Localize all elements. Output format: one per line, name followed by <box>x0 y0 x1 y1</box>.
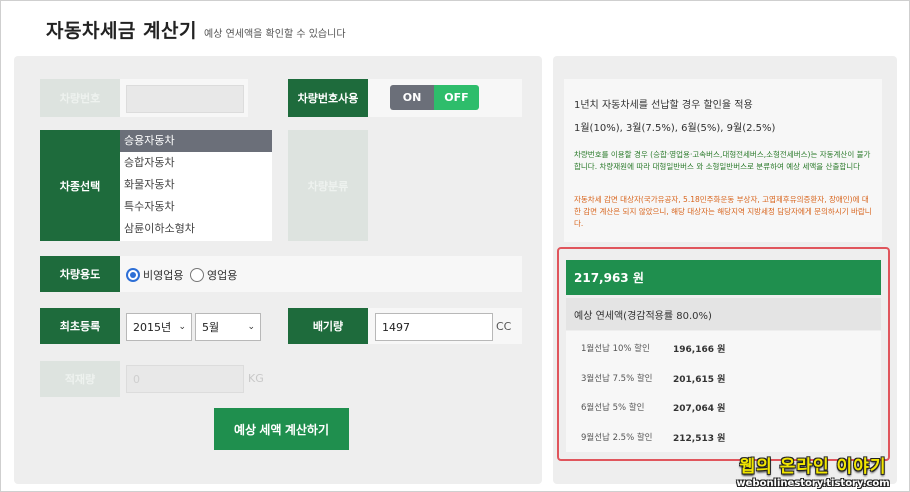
registration-year-value: 2015년 <box>133 321 172 334</box>
discount-row: 3월선납 7.5% 할인 201,615 원 <box>566 368 881 388</box>
discount-row: 6월선납 5% 할인 207,064 원 <box>566 397 881 417</box>
plate-number-input[interactable] <box>126 85 244 113</box>
watermark-title: 웹의 온라인 이야기 <box>739 457 887 477</box>
discount-value: 196,166 원 <box>673 344 726 355</box>
load-capacity-unit: KG <box>248 372 264 385</box>
vehicle-type-option[interactable]: 승용자동차 <box>120 130 272 152</box>
registration-month-value: 5월 <box>202 321 220 334</box>
plate-number-label: 차량번호 <box>40 79 120 117</box>
discount-label: 9월선납 2.5% 할인 <box>581 433 653 443</box>
discount-label: 3월선납 7.5% 할인 <box>581 374 653 384</box>
plate-use-label: 차량번호사용 <box>288 79 368 117</box>
radio-unchecked-icon[interactable] <box>190 268 204 282</box>
info-prepay-text: 1년치 자동차세를 선납할 경우 할인율 적용 <box>574 100 753 111</box>
vehicle-type-option[interactable]: 화물자동차 <box>120 174 272 196</box>
radio-checked-icon[interactable] <box>126 268 140 282</box>
discount-label: 6월선납 5% 할인 <box>581 403 645 413</box>
registration-label: 최초등록 <box>40 308 120 344</box>
discount-row: 9월선납 2.5% 할인 212,513 원 <box>566 427 881 447</box>
toggle-off-option[interactable]: OFF <box>434 85 479 110</box>
result-total: 217,963 원 <box>566 260 881 295</box>
usage-option-label: 영업용 <box>207 269 238 282</box>
discount-info-box: 1년치 자동차세를 선납할 경우 할인율 적용 1월(10%), 3월(7.5%… <box>564 79 882 242</box>
page-title: 자동차세금 계산기 <box>46 20 197 42</box>
calculate-button[interactable]: 예상 세액 계산하기 <box>214 408 349 450</box>
displacement-unit: CC <box>496 320 512 333</box>
vehicle-type-label: 차종선택 <box>40 130 120 241</box>
vehicle-type-option[interactable]: 특수자동차 <box>120 196 272 218</box>
plate-use-toggle[interactable]: ON OFF <box>390 85 479 110</box>
result-estimate-label: 예상 연세액(경감적용률 80.0%) <box>566 298 881 330</box>
vehicle-type-option[interactable]: 삼륜이하소형차 <box>120 218 272 240</box>
usage-option-business[interactable]: 영업용 <box>190 267 237 283</box>
blog-watermark: 웹의 온라인 이야기 webonlinestory.tistory.com <box>724 452 902 489</box>
discount-value: 207,064 원 <box>673 403 726 414</box>
displacement-label: 배기량 <box>288 308 368 344</box>
toggle-on-option[interactable]: ON <box>390 85 434 110</box>
usage-label: 차량용도 <box>40 256 120 292</box>
info-rates-text: 1월(10%), 3월(7.5%), 6월(5%), 9월(2.5%) <box>574 123 776 134</box>
discount-row: 1월선납 10% 할인 196,166 원 <box>566 338 881 358</box>
watermark-url: webonlinestory.tistory.com <box>736 478 890 489</box>
load-capacity-label: 적재량 <box>40 361 120 397</box>
registration-month-select[interactable]: 5월 ⌄ <box>195 313 261 341</box>
discount-label: 1월선납 10% 할인 <box>581 344 650 354</box>
vehicle-type-option[interactable]: 승합자동차 <box>120 152 272 174</box>
vehicle-class-label: 차량분류 <box>288 130 368 241</box>
usage-option-nonbusiness[interactable]: 비영업용 <box>126 267 183 283</box>
registration-year-select[interactable]: 2015년 ⌄ <box>126 313 192 341</box>
discount-list: 1월선납 10% 할인 196,166 원 3월선납 7.5% 할인 201,6… <box>566 331 881 452</box>
load-capacity-input[interactable]: 0 <box>126 365 244 393</box>
discount-value: 201,615 원 <box>673 374 726 385</box>
page-subtitle: 예상 연세액을 확인할 수 있습니다 <box>204 29 346 40</box>
discount-value: 212,513 원 <box>673 433 726 444</box>
usage-option-label: 비영업용 <box>143 269 184 282</box>
displacement-input[interactable]: 1497 <box>375 313 493 341</box>
chevron-down-icon: ⌄ <box>247 322 255 332</box>
info-exemption-note: 자동차세 감면 대상자(국가유공자, 5.18민주화운동 부상자, 고엽제후유의… <box>574 195 872 228</box>
chevron-down-icon: ⌄ <box>178 322 186 332</box>
vehicle-type-listbox[interactable]: 승용자동차 승합자동차 화물자동차 특수자동차 삼륜이하소형차 <box>120 130 272 241</box>
info-bus-note: 차량번호를 이용할 경우 (승합·영업용·고속버스,대형전세버스,소형전세버스)… <box>574 150 871 171</box>
